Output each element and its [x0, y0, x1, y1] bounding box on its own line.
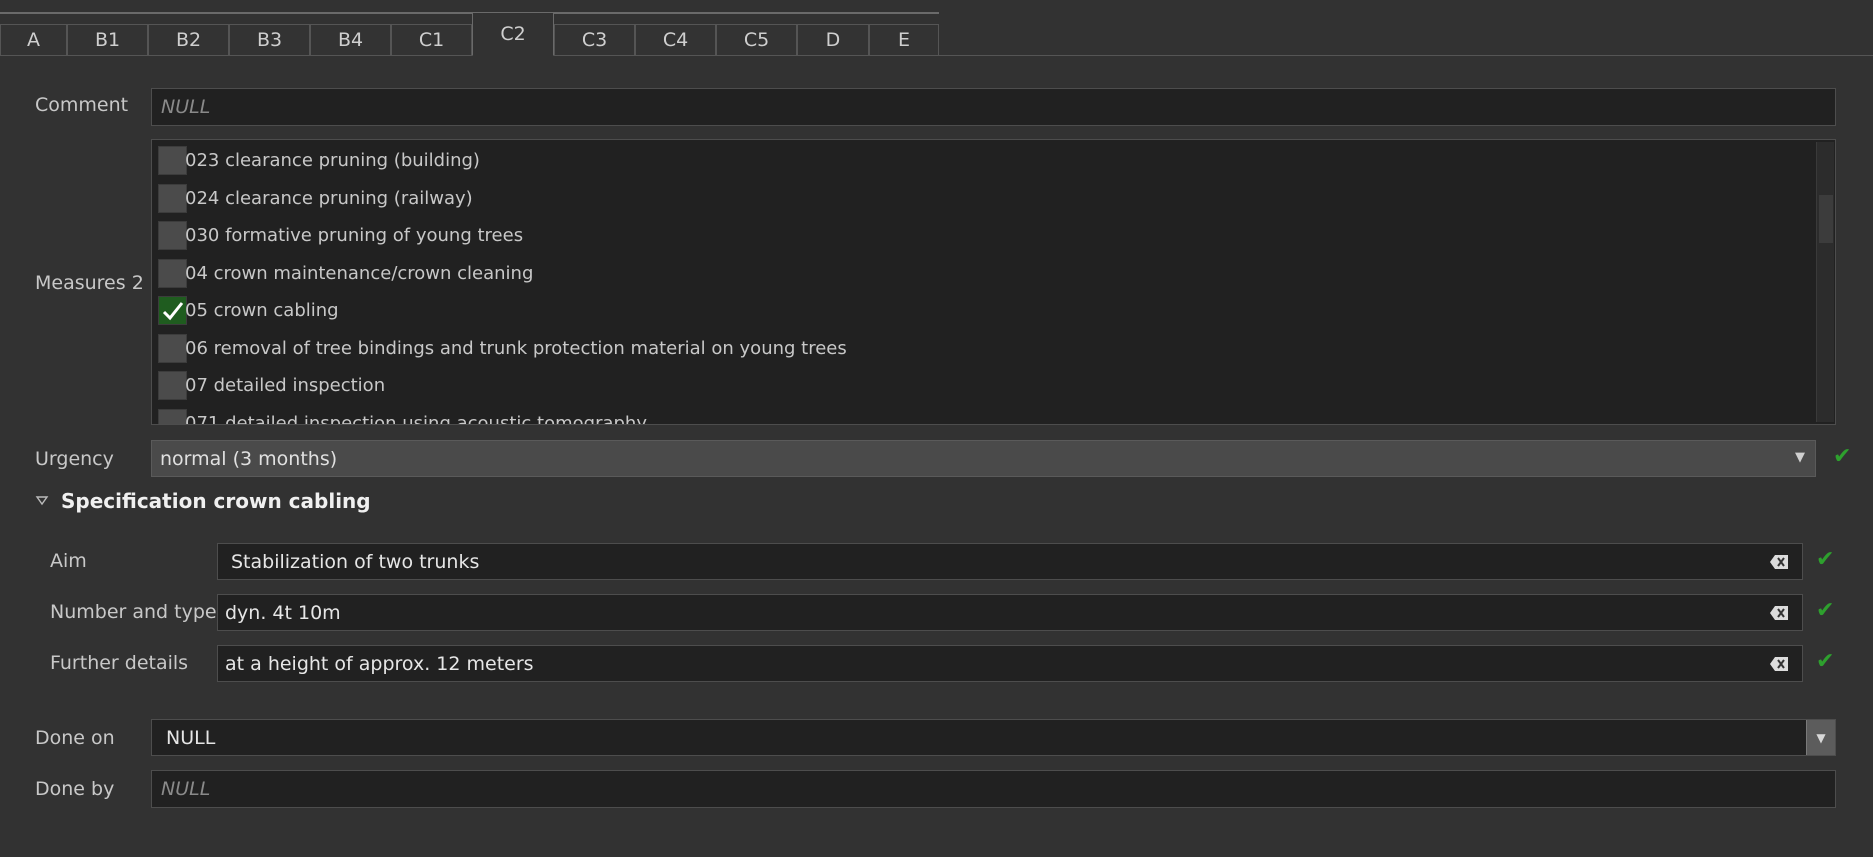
measure-item-label: 030 formative pruning of young trees	[185, 225, 524, 246]
checkbox[interactable]	[158, 408, 187, 424]
measure-list-item[interactable]: 023 clearance pruning (building)	[158, 142, 480, 179]
tab-d[interactable]: D	[797, 24, 869, 55]
number-type-clear-icon[interactable]	[1769, 604, 1789, 626]
number-type-valid-check-icon: ✔	[1816, 598, 1835, 623]
further-details-label: Further details	[50, 652, 189, 674]
urgency-value: normal (3 months)	[160, 447, 338, 470]
done-on-label: Done on	[35, 727, 115, 749]
measure-list-item[interactable]: 030 formative pruning of young trees	[158, 217, 523, 254]
measure-list-item[interactable]: 024 clearance pruning (railway)	[158, 180, 473, 217]
measure-list-item[interactable]: 04 crown maintenance/crown cleaning	[158, 255, 533, 292]
aim-valid-check-icon: ✔	[1816, 547, 1835, 572]
tab-c5[interactable]: C5	[716, 24, 797, 55]
tab-c2[interactable]: C2	[472, 12, 554, 56]
urgency-label: Urgency	[35, 448, 114, 470]
tab-e[interactable]: E	[869, 24, 939, 55]
specification-title[interactable]: Specification crown cabling	[61, 489, 371, 513]
checkbox[interactable]	[158, 221, 187, 250]
tab-c3[interactable]: C3	[554, 24, 635, 55]
tab-b2[interactable]: B2	[148, 24, 229, 55]
checkmark-icon	[162, 301, 183, 320]
measure-item-label: 023 clearance pruning (building)	[185, 150, 480, 171]
checkbox[interactable]	[158, 258, 187, 288]
tab-b4[interactable]: B4	[310, 24, 391, 55]
checkbox[interactable]	[158, 183, 187, 213]
tab-bar-top-border	[0, 12, 939, 14]
aim-input[interactable]: Stabilization of two trunks	[217, 543, 1803, 580]
measures-scrollbar[interactable]	[1816, 142, 1834, 422]
done-on-date-field[interactable]: NULL ▼	[151, 719, 1836, 756]
checkbox-checked[interactable]	[158, 296, 187, 325]
tab-bar-baseline	[0, 55, 1873, 56]
collapse-triangle-icon[interactable]	[35, 491, 49, 506]
aim-value: Stabilization of two trunks	[231, 550, 480, 573]
comment-field[interactable]: NULL	[151, 88, 1836, 126]
measure-list-item[interactable]: 06 removal of tree bindings and trunk pr…	[158, 330, 847, 367]
measure-item-label: 024 clearance pruning (railway)	[185, 187, 473, 209]
done-on-value: NULL	[166, 726, 216, 749]
chevron-down-icon: ▼	[1816, 730, 1826, 745]
measure-list-item[interactable]: 07 detailed inspection	[158, 367, 385, 404]
done-by-value: NULL	[161, 778, 211, 800]
measure-item-label: 07 detailed inspection	[185, 375, 386, 396]
done-by-label: Done by	[35, 778, 115, 800]
measure-item-label: 06 removal of tree bindings and trunk pr…	[185, 337, 847, 359]
checkbox[interactable]	[158, 146, 187, 175]
comment-value: NULL	[161, 96, 211, 118]
tab-b1[interactable]: B1	[67, 24, 148, 55]
urgency-select[interactable]: normal (3 months) ▼	[151, 440, 1816, 477]
chevron-down-icon: ▼	[1795, 450, 1805, 465]
measure-item-label: 05 crown cabling	[185, 300, 339, 321]
checkbox[interactable]	[158, 371, 187, 400]
number-type-value: dyn. 4t 10m	[225, 601, 341, 624]
tab-c1[interactable]: C1	[391, 24, 472, 55]
measure-list-item[interactable]: 05 crown cabling	[158, 292, 339, 329]
measure-list-item[interactable]: 071 detailed inspection using acoustic t…	[158, 405, 647, 425]
number-type-label: Number and type	[50, 601, 217, 623]
further-details-input[interactable]: at a height of approx. 12 meters	[217, 645, 1803, 682]
checkbox[interactable]	[158, 333, 187, 363]
measure-item-label: 04 crown maintenance/crown cleaning	[185, 262, 534, 284]
number-type-input[interactable]: dyn. 4t 10m	[217, 594, 1803, 631]
done-on-dropdown-button[interactable]: ▼	[1806, 720, 1835, 755]
tab-a[interactable]: A	[0, 24, 67, 55]
further-details-valid-check-icon: ✔	[1816, 649, 1835, 674]
further-details-clear-icon[interactable]	[1769, 655, 1789, 677]
tab-c4[interactable]: C4	[635, 24, 716, 55]
aim-clear-icon[interactable]	[1769, 553, 1789, 575]
measures-label: Measures 2	[35, 272, 144, 294]
measures-scrollbar-thumb[interactable]	[1819, 195, 1833, 243]
tab-b3[interactable]: B3	[229, 24, 310, 55]
done-by-field[interactable]: NULL	[151, 770, 1836, 808]
further-details-value: at a height of approx. 12 meters	[225, 652, 534, 675]
measures-list[interactable]: 023 clearance pruning (building) 024 clea…	[151, 139, 1836, 425]
measure-item-label: 071 detailed inspection using acoustic t…	[185, 412, 647, 425]
urgency-valid-check-icon: ✔	[1833, 444, 1852, 469]
aim-label: Aim	[50, 550, 87, 572]
comment-label: Comment	[35, 94, 129, 116]
